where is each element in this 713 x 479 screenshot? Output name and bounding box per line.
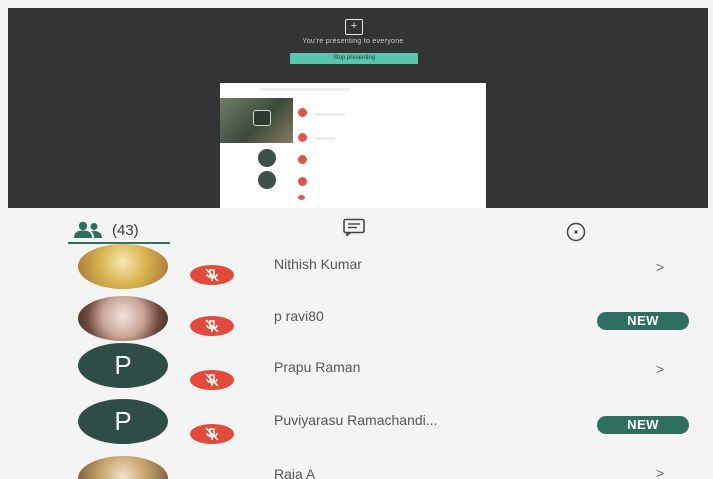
meeting-stage: + You're presenting to everyone Stop pre…: [8, 8, 708, 208]
preview-name-line: [315, 137, 335, 140]
preview-mute-icon: [298, 195, 305, 200]
presenting-status-text: You're presenting to everyone: [302, 38, 404, 45]
new-badge: NEW: [597, 416, 689, 434]
participant-row[interactable]: Nithish Kumar >: [0, 244, 713, 303]
participant-name: Nithish Kumar: [274, 256, 362, 272]
preview-video-tile: [220, 98, 293, 143]
panel-tabs: (43): [0, 212, 713, 246]
preview-name-line: [315, 113, 345, 116]
present-screen-icon: +: [345, 19, 363, 35]
participant-name: Prapu Raman: [274, 359, 361, 375]
activities-icon: [566, 222, 586, 242]
preview-mute-icon: [298, 177, 307, 186]
tab-people[interactable]: (43): [72, 218, 139, 242]
preview-mute-icon: [298, 108, 307, 117]
chevron-right-icon[interactable]: >: [656, 361, 664, 377]
mic-muted-icon: [190, 316, 234, 336]
preview-mute-icon: [298, 155, 307, 164]
chevron-right-icon[interactable]: >: [656, 259, 664, 275]
stop-presenting-button[interactable]: Stop presenting: [290, 53, 418, 64]
people-icon: [74, 221, 102, 238]
avatar: P: [78, 399, 168, 444]
mic-muted-icon: [190, 424, 234, 444]
avatar: [78, 456, 168, 479]
preview-avatar: [258, 149, 276, 167]
chevron-right-icon[interactable]: >: [656, 465, 664, 479]
preview-avatar: [258, 171, 276, 189]
participants-list: Nithish Kumar > p ravi80 NEW P Prapu Ram…: [0, 244, 713, 479]
participant-name: p ravi80: [274, 308, 324, 324]
preview-tile-icon: [253, 110, 271, 126]
mic-muted-icon: [190, 265, 234, 285]
avatar: [78, 244, 168, 289]
chat-icon: [343, 218, 365, 238]
avatar: [78, 296, 168, 341]
tab-activities[interactable]: [566, 222, 586, 242]
participant-row[interactable]: P Prapu Raman >: [0, 343, 713, 400]
tab-chat[interactable]: [342, 218, 366, 238]
preview-mute-icon: [298, 133, 307, 142]
participant-name: Puviyarasu Ramachandi...: [274, 412, 438, 428]
screen-share-preview: [220, 83, 486, 208]
participant-row[interactable]: P Puviyarasu Ramachandi... NEW: [0, 399, 713, 456]
preview-header-line: [260, 88, 350, 91]
participant-name: Raja A: [274, 466, 316, 479]
people-count: (43): [112, 221, 139, 239]
mic-muted-icon: [190, 370, 234, 390]
new-badge: NEW: [597, 312, 689, 330]
avatar: P: [78, 343, 168, 388]
participant-row[interactable]: Raja A >: [0, 453, 713, 479]
